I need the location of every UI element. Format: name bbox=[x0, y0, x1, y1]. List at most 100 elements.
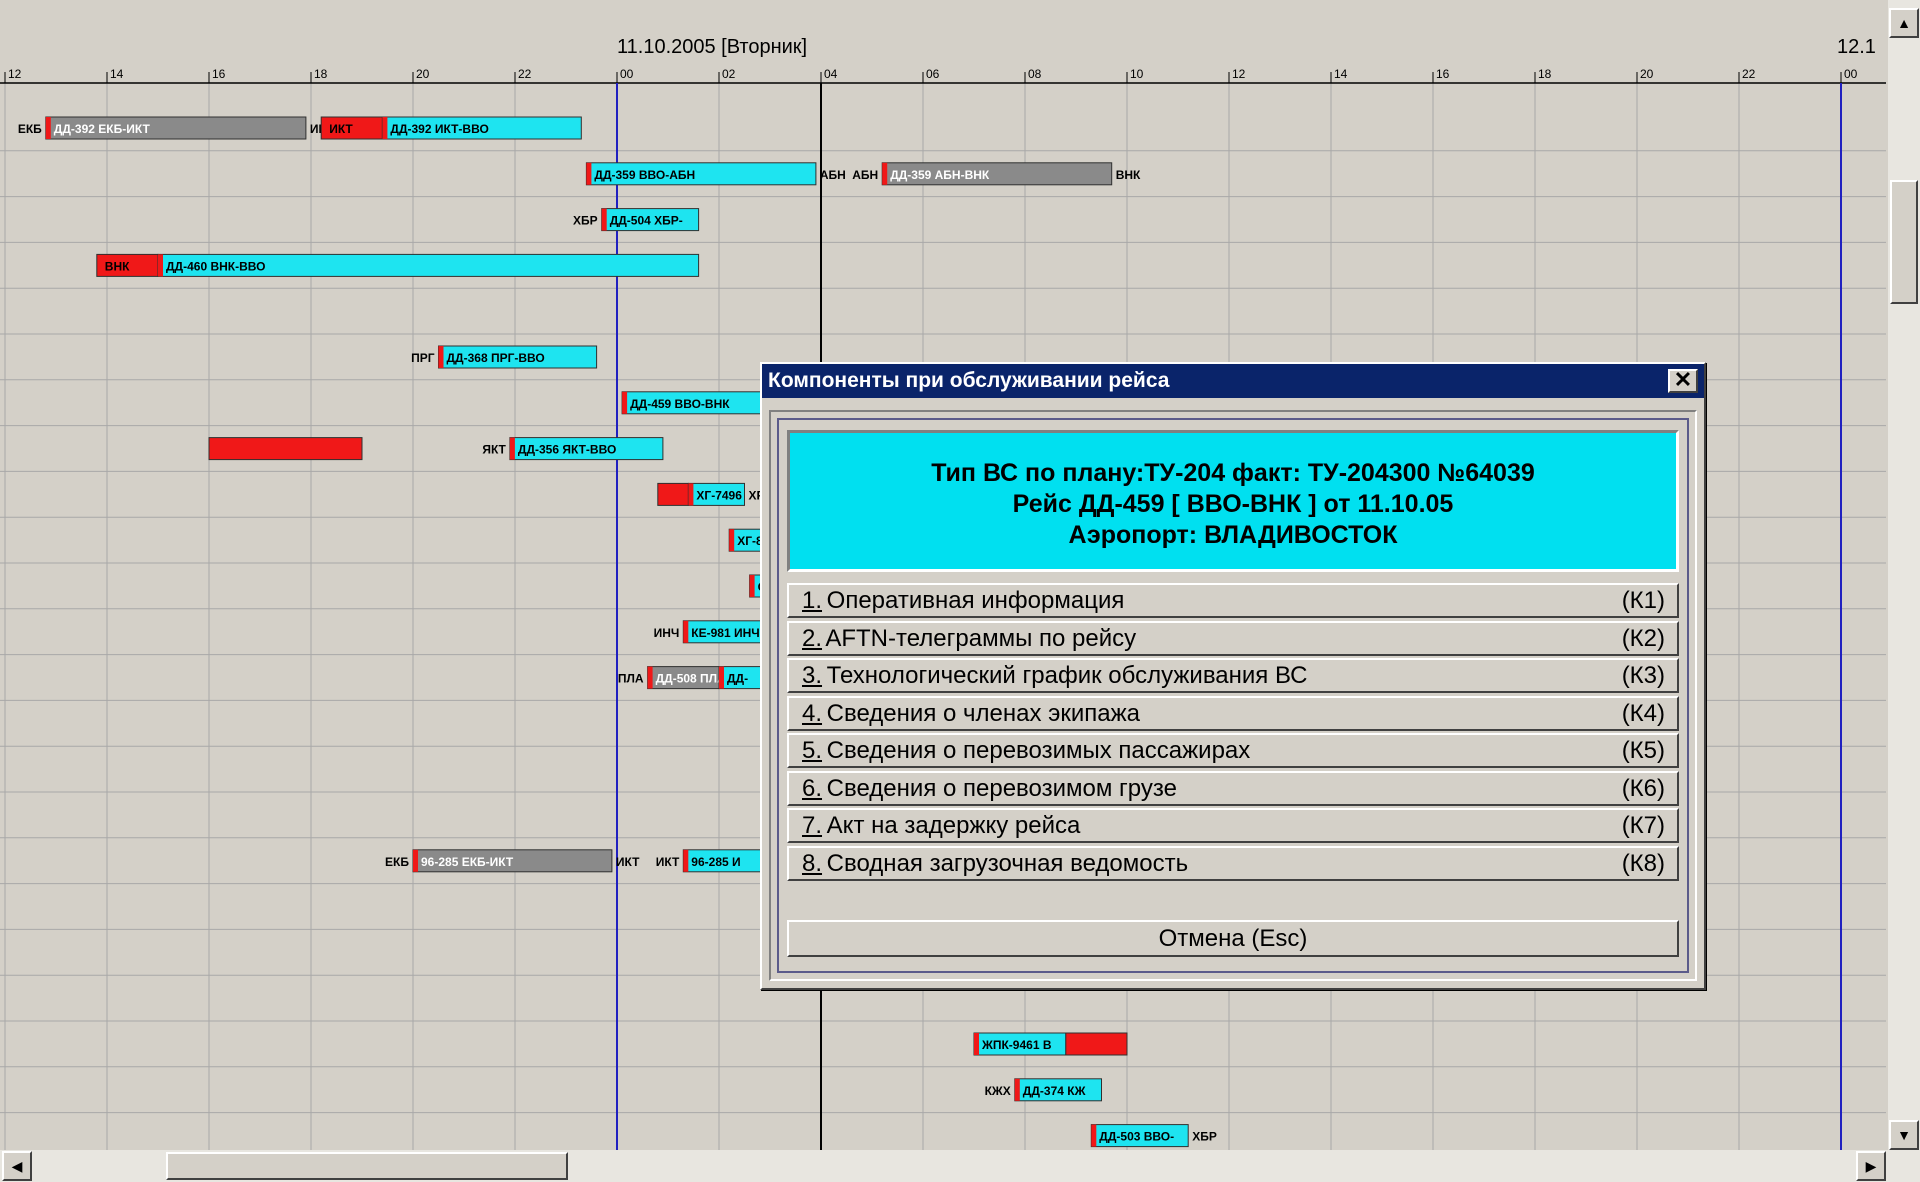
flight-bar-marker bbox=[683, 849, 689, 872]
menu-item-number: 1. bbox=[802, 587, 823, 614]
menu-item-shortcut: (К1) bbox=[1621, 587, 1665, 614]
day2-header: 12.1 bbox=[1837, 36, 1876, 58]
menu-item-label: AFTN-телеграммы по рейсу bbox=[825, 624, 1137, 652]
flight-origin-label: ЕКБ bbox=[18, 122, 42, 136]
hour-tick-label: 10 bbox=[1130, 67, 1144, 81]
cancel-button[interactable]: Отмена (Esc) bbox=[787, 920, 1679, 957]
hour-tick-label: 12 bbox=[8, 67, 22, 81]
arrow-left-icon: ◀ bbox=[11, 1158, 23, 1174]
menu-item-label: Сводная загрузочная ведомость bbox=[826, 849, 1189, 877]
flight-bar-marker bbox=[1091, 1124, 1097, 1147]
menu-item-delay-act[interactable]: 7. Акт на задержку рейса (К7) bbox=[787, 808, 1679, 843]
arrow-up-icon: ▲ bbox=[1897, 15, 1911, 31]
menu-item-shortcut: (К5) bbox=[1621, 737, 1665, 764]
hour-tick-label: 18 bbox=[1538, 67, 1552, 81]
hour-tick-label: 18 bbox=[314, 67, 328, 81]
flight-bar-label: ЖПК-9461 В bbox=[981, 1038, 1052, 1052]
flight-bar-marker bbox=[719, 666, 724, 689]
hour-tick-label: 14 bbox=[1334, 67, 1348, 81]
flight-bar-label: ДД-359 ВВО-АБН bbox=[594, 168, 695, 182]
menu-item-label: Технологический график обслуживания ВС bbox=[826, 662, 1308, 689]
flight-origin-label: АБН bbox=[852, 168, 878, 182]
flight-bar-label: ДД-374 КЖ bbox=[1023, 1084, 1086, 1098]
menu-item-label: Акт на задержку рейса bbox=[826, 812, 1081, 839]
flight-bar-marker bbox=[974, 1033, 979, 1055]
menu-item-number: 7. bbox=[802, 812, 823, 839]
flight-bar-label: ДД-392 ЕКБ-ИКТ bbox=[54, 122, 151, 136]
flight-bar-label: ДД-460 ВНК-ВВО bbox=[166, 259, 265, 273]
flight-bar-marker bbox=[647, 666, 653, 689]
flight-bar-marker bbox=[509, 437, 515, 460]
menu-item-number: 3. bbox=[802, 662, 823, 689]
menu-item-service-schedule[interactable]: 3. Технологический график обслуживания В… bbox=[787, 658, 1679, 693]
menu-item-operational-info[interactable]: 1. Оперативная информация (К1) bbox=[787, 583, 1679, 618]
menu-item-aftn-telegrams[interactable]: 2. AFTN-телеграммы по рейсу (К2) bbox=[787, 620, 1679, 656]
flight-bar bbox=[208, 437, 363, 461]
menu-item-shortcut: (К3) bbox=[1621, 662, 1665, 689]
flight-bar-label: ХГ-7496 bbox=[696, 488, 742, 502]
flight-bar-marker bbox=[683, 620, 689, 643]
menu-item-shortcut: (К7) bbox=[1621, 812, 1665, 839]
flight-bar bbox=[657, 482, 689, 506]
menu-item-passengers[interactable]: 5. Сведения о перевозимых пассажирах (К5) bbox=[787, 733, 1679, 768]
flight-info-panel: Тип ВС по плану:ТУ-204 факт: ТУ-204300 №… bbox=[787, 430, 1679, 572]
hour-tick-label: 04 bbox=[824, 67, 838, 81]
horizontal-scroll-thumb[interactable] bbox=[166, 1152, 568, 1180]
menu-item-cargo[interactable]: 6. Сведения о перевозимом грузе (К6) bbox=[787, 770, 1679, 806]
airport-line: Аэропорт: ВЛАДИВОСТОК bbox=[1068, 521, 1398, 549]
flight-bar-label: ИКТ bbox=[329, 122, 353, 136]
flight-line: Рейс ДД-459 [ ВВО-ВНК ] от 11.10.05 bbox=[1012, 490, 1454, 518]
flight-components-dialog: Компоненты при обслуживании рейса ✕ Тип … bbox=[760, 362, 1706, 990]
hour-tick-label: 08 bbox=[1028, 67, 1042, 81]
menu-item-number: 2. bbox=[802, 624, 823, 652]
flight-bar-marker bbox=[749, 575, 755, 597]
hour-tick-label: 06 bbox=[926, 67, 940, 81]
flight-dest-label: ВНК bbox=[1116, 168, 1141, 182]
menu-item-shortcut: (К8) bbox=[1621, 849, 1665, 877]
menu-item-number: 5. bbox=[802, 737, 823, 764]
flight-bar-label: ДД-508 ПЛА bbox=[656, 672, 726, 686]
menu-item-number: 4. bbox=[802, 699, 823, 727]
flight-bar-label: 96-285 И bbox=[691, 855, 740, 869]
menu-item-number: 8. bbox=[802, 849, 823, 877]
dialog-body: Тип ВС по плану:ТУ-204 факт: ТУ-204300 №… bbox=[769, 410, 1697, 981]
hour-tick-label: 00 bbox=[1844, 67, 1858, 81]
hour-tick-label: 22 bbox=[1742, 67, 1756, 81]
flight-origin-label: ПЛА bbox=[618, 672, 644, 686]
flight-bar-label: ДД-459 ВВО-ВНК bbox=[630, 397, 730, 411]
scroll-right-button[interactable]: ▶ bbox=[1856, 1151, 1886, 1181]
vertical-scrollbar[interactable]: ▲ ▼ bbox=[1888, 0, 1920, 1150]
close-button[interactable]: ✕ bbox=[1668, 369, 1698, 393]
flight-bar-label: ДД-368 ПРГ-ВВО bbox=[447, 351, 545, 365]
hour-tick-label: 22 bbox=[518, 67, 532, 81]
close-icon: ✕ bbox=[1673, 367, 1693, 392]
menu-item-shortcut: (К6) bbox=[1621, 774, 1665, 802]
flight-bar-marker bbox=[729, 529, 735, 552]
flight-bar-label: ДД-503 ВВО- bbox=[1099, 1130, 1174, 1144]
aircraft-type-line: Тип ВС по плану:ТУ-204 факт: ТУ-204300 №… bbox=[931, 459, 1535, 487]
flight-bar-marker bbox=[158, 254, 163, 277]
dialog-title-bar[interactable]: Компоненты при обслуживании рейса ✕ bbox=[762, 364, 1704, 398]
menu-item-label: Оперативная информация bbox=[826, 587, 1125, 614]
flight-origin-label: ЯКТ bbox=[482, 443, 506, 457]
flight-bar-label: ДД-504 ХБР- bbox=[610, 214, 683, 228]
scroll-up-button[interactable]: ▲ bbox=[1889, 8, 1919, 38]
scroll-left-button[interactable]: ◀ bbox=[2, 1151, 32, 1181]
component-menu: 1. Оперативная информация (К1) 2. AFTN-те… bbox=[787, 583, 1679, 883]
flight-bar-label: ДД-392 ИКТ-ВВО bbox=[390, 122, 488, 136]
vertical-scroll-thumb[interactable] bbox=[1890, 180, 1918, 304]
flight-bar-label: ВНК bbox=[105, 259, 130, 273]
menu-item-load-sheet[interactable]: 8. Сводная загрузочная ведомость (К8) bbox=[787, 845, 1679, 881]
flight-bar-marker bbox=[882, 162, 888, 185]
dialog-inner-frame: Тип ВС по плану:ТУ-204 факт: ТУ-204300 №… bbox=[777, 418, 1689, 973]
arrow-down-icon: ▼ bbox=[1897, 1127, 1911, 1143]
hour-tick-label: 16 bbox=[1436, 67, 1450, 81]
flight-bar-marker bbox=[382, 117, 388, 139]
scroll-down-button[interactable]: ▼ bbox=[1889, 1120, 1919, 1150]
menu-item-crew-info[interactable]: 4. Сведения о членах экипажа (К4) bbox=[787, 695, 1679, 731]
flight-bar-label: КЕ-981 ИНЧ- bbox=[691, 626, 763, 640]
flight-bar-marker bbox=[45, 117, 51, 139]
flight-bar-marker bbox=[688, 483, 694, 506]
flight-bar-marker bbox=[601, 208, 607, 231]
flight-origin-label: ИКТ bbox=[656, 855, 680, 869]
